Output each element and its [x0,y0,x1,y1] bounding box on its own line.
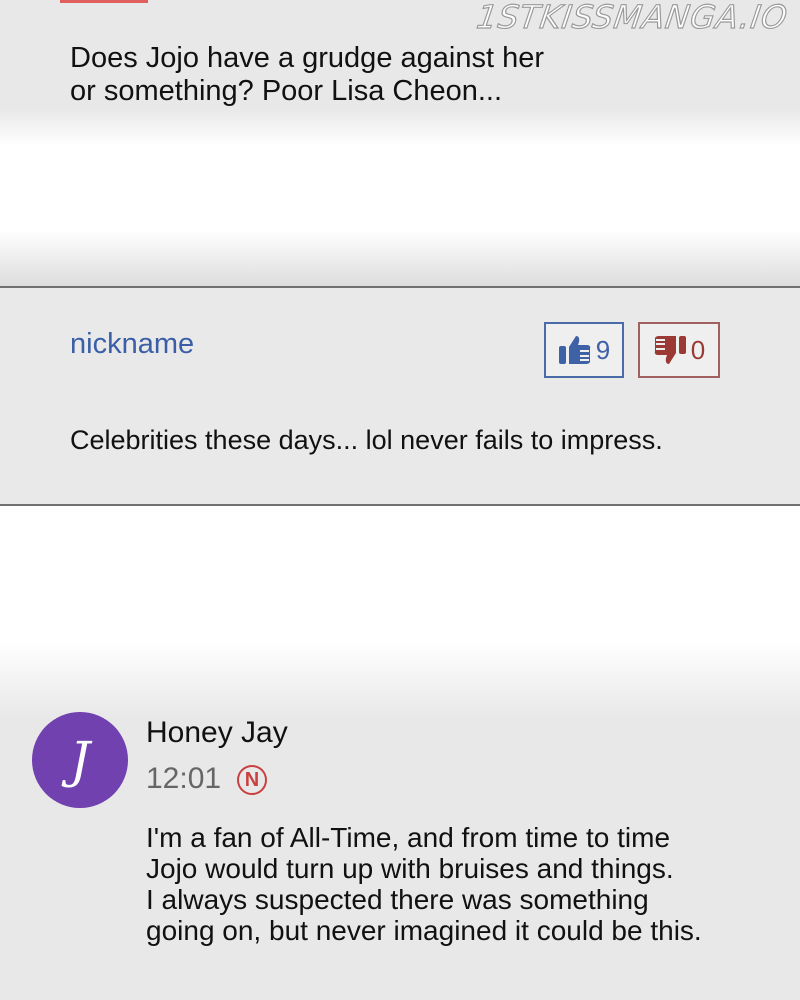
comment-card-2: nickname 9 0 Celebrities these days... l… [0,286,800,506]
comment-text: I'm a fan of All-Time, and from time to … [146,822,702,946]
comment-timestamp: 12:01 [146,762,222,795]
dislike-button[interactable]: 0 [638,322,720,378]
like-count: 9 [595,334,611,365]
comment-author-name[interactable]: Honey Jay [146,716,288,750]
thumbs-up-icon [558,334,592,366]
comment-card-3 [0,640,800,1000]
comment-text: Does Jojo have a grudge against her or s… [70,42,544,107]
comment-author-nickname[interactable]: nickname [70,328,194,361]
thumbs-down-icon [653,334,687,366]
watermark: 1STKISSMANGA.IO [474,0,791,37]
divider-shadow [0,230,800,286]
avatar[interactable]: J [32,712,128,808]
accent-tab [60,0,148,3]
avatar-initial: J [69,731,91,789]
new-badge: N [237,765,267,795]
dislike-count: 0 [690,334,706,365]
comment-text: Celebrities these days... lol never fail… [70,425,663,455]
like-button[interactable]: 9 [544,322,624,378]
